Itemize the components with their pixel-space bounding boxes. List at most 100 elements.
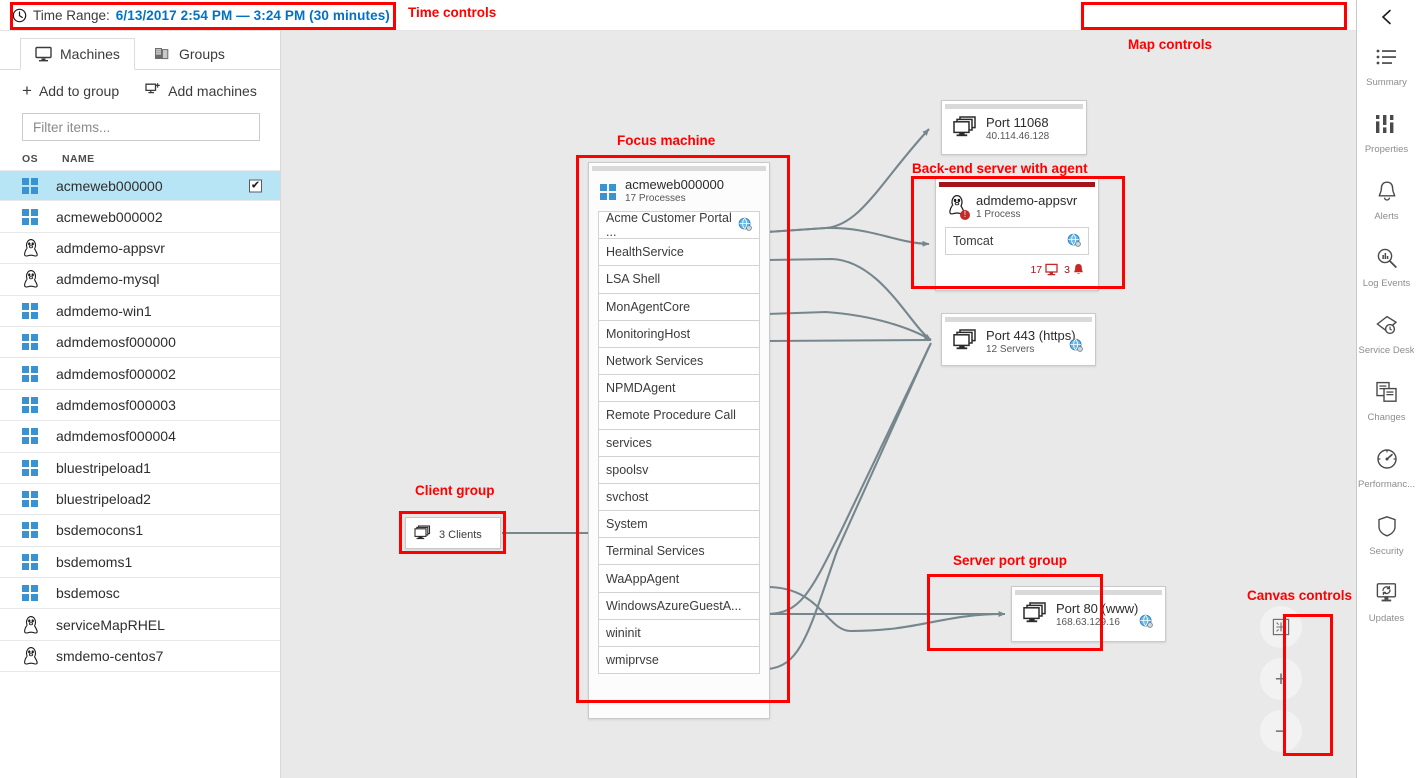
map-node-port-11068[interactable]: Port 11068 40.114.46.128	[941, 100, 1087, 155]
rail-item-alerts[interactable]: Alerts	[1357, 167, 1416, 234]
time-range-label: Time Range:	[33, 8, 110, 23]
port-443-title: Port 443 (https)	[986, 329, 1076, 343]
machine-name: admdemosf000000	[56, 334, 176, 350]
rail-item-summary[interactable]: Summary	[1357, 33, 1416, 100]
globe-icon	[738, 217, 752, 234]
process-row[interactable]: spoolsv	[599, 457, 759, 484]
rail-item-updates[interactable]: Updates	[1357, 569, 1416, 636]
process-row[interactable]: HealthService	[599, 239, 759, 266]
service-desk-icon	[1375, 314, 1399, 341]
machine-list-item[interactable]: admdemo-win1	[0, 296, 280, 327]
search-input[interactable]	[31, 119, 251, 136]
process-row[interactable]: MonAgentCore	[599, 294, 759, 321]
badge-count: 17	[1030, 264, 1042, 276]
machine-name: admdemo-mysql	[56, 271, 159, 287]
map-canvas[interactable]: Legend ?	[281, 31, 1356, 778]
process-row[interactable]: NPMDAgent	[599, 375, 759, 402]
rail-item-properties[interactable]: Properties	[1357, 100, 1416, 167]
time-range-control[interactable]: Time Range: 6/13/2017 2:54 PM — 3:24 PM …	[8, 3, 398, 28]
process-row[interactable]: WindowsAzureGuestA...	[599, 593, 759, 620]
windows-icon	[22, 209, 38, 225]
machine-list-item[interactable]: smdemo-centos7	[0, 641, 280, 672]
process-row[interactable]: wmiprvse	[599, 647, 759, 674]
process-row[interactable]: Terminal Services	[599, 538, 759, 565]
collapse-panel-icon[interactable]	[1357, 0, 1416, 33]
machine-list-item[interactable]: admdemosf000002	[0, 358, 280, 389]
fit-to-screen-button[interactable]	[1260, 606, 1302, 648]
tab-groups[interactable]: Groups	[140, 38, 239, 70]
process-row[interactable]: LSA Shell	[599, 266, 759, 293]
machine-list-item[interactable]: bsdemoms1	[0, 547, 280, 578]
machine-list-item[interactable]: acmeweb000002	[0, 201, 280, 232]
rail-item-performanc[interactable]: Performanc...	[1357, 435, 1416, 502]
machine-list-item[interactable]: acmeweb000000✔	[0, 170, 280, 201]
rail-item-label: Log Events	[1363, 278, 1411, 289]
badge-count: 3	[1064, 264, 1070, 276]
process-label: LSA Shell	[606, 272, 660, 286]
map-node-port-443[interactable]: Port 443 (https) 12 Servers	[941, 313, 1096, 366]
focus-node-title: acmeweb000000	[625, 178, 724, 192]
machine-list-item[interactable]: admdemosf000000	[0, 327, 280, 358]
map-node-client-group[interactable]: 3 Clients	[405, 517, 501, 549]
tab-groups-label: Groups	[179, 46, 225, 62]
machine-name: bsdemocons1	[56, 522, 143, 538]
machine-checkbox[interactable]: ✔	[249, 179, 262, 192]
machine-list-item[interactable]: admdemo-appsvr	[0, 233, 280, 264]
rail-item-changes[interactable]: Changes	[1357, 368, 1416, 435]
log-search-icon	[1375, 247, 1399, 274]
machine-list-item[interactable]: admdemo-mysql	[0, 264, 280, 295]
globe-icon	[1069, 338, 1083, 357]
os-icon	[22, 522, 56, 538]
machine-list-item[interactable]: bsdemosc	[0, 578, 280, 609]
rail-item-label: Alerts	[1374, 211, 1398, 222]
process-row[interactable]: svchost	[599, 484, 759, 511]
filter-items-box[interactable]	[22, 113, 260, 141]
annotation-client-group: Client group	[415, 483, 495, 498]
map-node-port-80[interactable]: Port 80 (www) 168.63.129.16	[1011, 586, 1166, 642]
process-row[interactable]: Remote Procedure Call	[599, 402, 759, 429]
sliders-icon	[1374, 113, 1400, 140]
rail-item-security[interactable]: Security	[1357, 502, 1416, 569]
process-row[interactable]: System	[599, 511, 759, 538]
process-row[interactable]: MonitoringHost	[599, 321, 759, 348]
process-label: services	[606, 436, 652, 450]
map-node-admdemo-appsvr[interactable]: ! admdemo-appsvr 1 Process Tomcat 17 3	[935, 178, 1099, 291]
process-row[interactable]: wininit	[599, 620, 759, 647]
add-machines-button[interactable]: Add machines	[145, 82, 257, 99]
zoom-in-button[interactable]: +	[1260, 658, 1302, 700]
machine-name: acmeweb000002	[56, 209, 163, 225]
zoom-out-button[interactable]: −	[1260, 710, 1302, 752]
process-label: Remote Procedure Call	[606, 408, 736, 422]
machine-list-item[interactable]: bluestripeload1	[0, 453, 280, 484]
status-badge-alerts[interactable]: 3	[1064, 263, 1084, 276]
rail-item-service-desk[interactable]: Service Desk	[1357, 301, 1416, 368]
map-node-focus-machine[interactable]: acmeweb000000 17 Processes Acme Customer…	[588, 162, 770, 719]
machine-list-item[interactable]: admdemosf000004	[0, 421, 280, 452]
tab-machines[interactable]: Machines	[20, 38, 135, 70]
add-to-group-button[interactable]: + Add to group	[22, 82, 119, 99]
machine-list-item[interactable]: bluestripeload2	[0, 484, 280, 515]
windows-icon	[22, 178, 38, 194]
linux-icon: !	[947, 194, 967, 221]
machine-name: serviceMapRHEL	[56, 617, 165, 633]
status-badge-machines[interactable]: 17	[1030, 263, 1058, 276]
machine-list-item[interactable]: bsdemocons1	[0, 515, 280, 546]
process-row[interactable]: WaAppAgent	[599, 565, 759, 592]
process-row[interactable]: Acme Customer Portal ...	[599, 212, 759, 239]
appsvr-subtitle: 1 Process	[976, 208, 1077, 221]
machine-list-item[interactable]: serviceMapRHEL	[0, 609, 280, 640]
port-11068-header: Port 11068 40.114.46.128	[942, 109, 1086, 149]
process-row[interactable]: Tomcat	[946, 228, 1088, 255]
process-label: spoolsv	[606, 463, 648, 477]
process-row[interactable]: services	[599, 430, 759, 457]
rail-item-log-events[interactable]: Log Events	[1357, 234, 1416, 301]
process-label: wmiprvse	[606, 653, 659, 667]
os-icon	[22, 646, 56, 666]
machine-list-item[interactable]: admdemosf000003	[0, 390, 280, 421]
os-icon	[22, 615, 56, 635]
annotation-focus-machine: Focus machine	[617, 133, 715, 148]
annotation-time-controls: Time controls	[408, 5, 496, 20]
os-icon	[22, 460, 56, 476]
process-row[interactable]: Network Services	[599, 348, 759, 375]
process-label: WindowsAzureGuestA...	[606, 599, 741, 613]
